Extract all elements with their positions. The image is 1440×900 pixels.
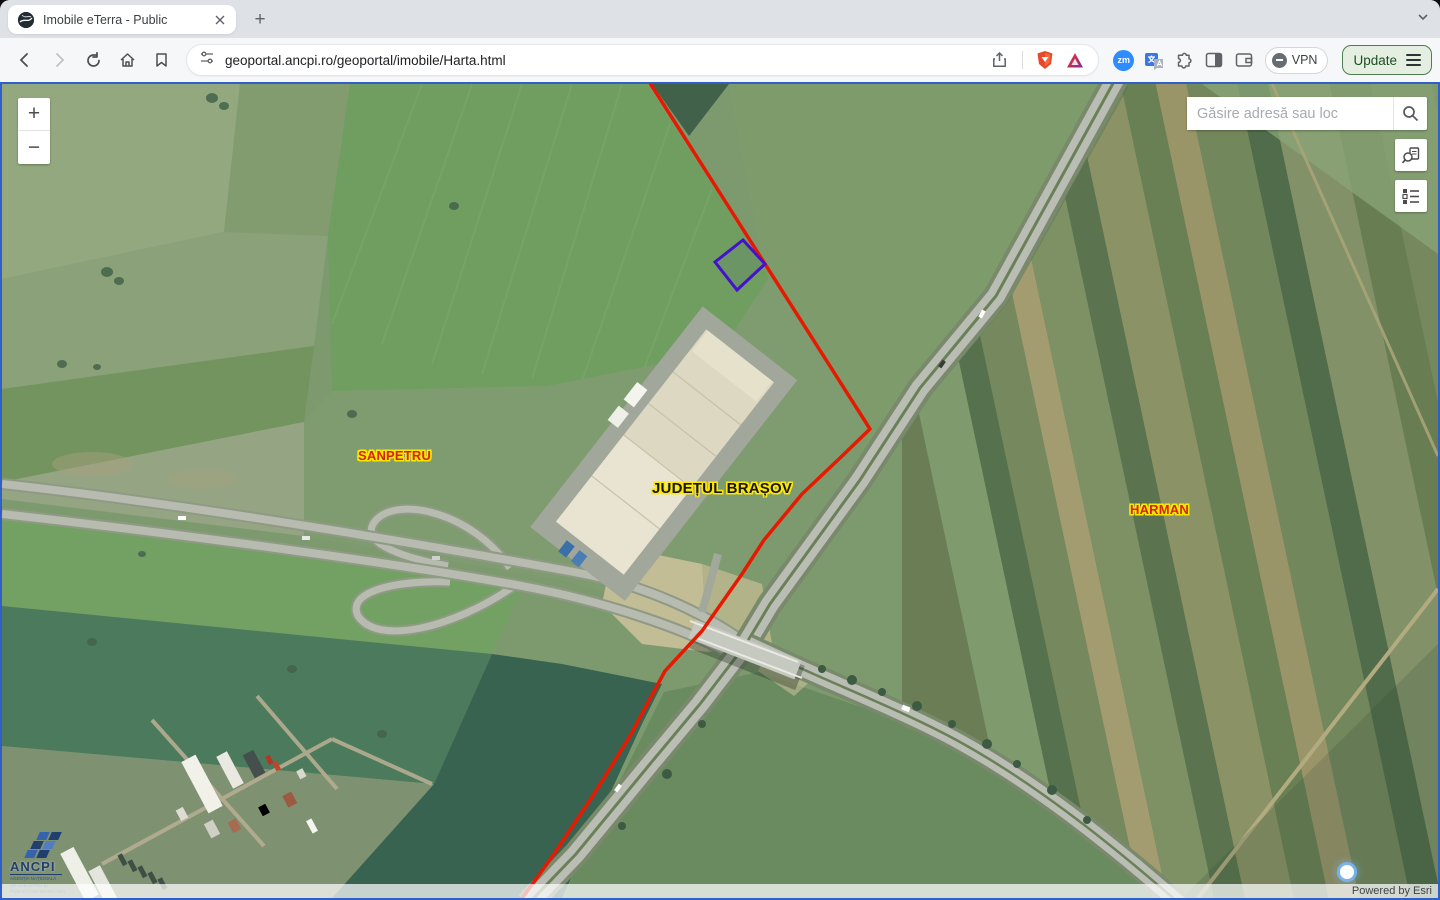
extensions-puzzle-icon[interactable] xyxy=(1171,47,1197,73)
place-label-harman: HARMAN xyxy=(1130,502,1189,517)
map-attribution: Powered by Esri xyxy=(2,884,1438,898)
forward-button[interactable] xyxy=(45,46,73,74)
location-marker-dot[interactable] xyxy=(1340,865,1354,879)
zoom-in-button[interactable]: + xyxy=(18,98,50,131)
identify-document-magnifier-icon xyxy=(1401,147,1420,164)
back-button[interactable] xyxy=(11,46,39,74)
ancpi-flag-icon xyxy=(24,832,68,858)
search-icon[interactable] xyxy=(1394,97,1427,130)
tab-search-chevron-icon[interactable] xyxy=(1416,10,1430,29)
browser-window: Imobile eTerra - Public + geoportal.ancp… xyxy=(0,0,1440,900)
new-tab-button[interactable]: + xyxy=(247,7,273,33)
tab-title: Imobile eTerra - Public xyxy=(43,12,168,27)
update-menu-button[interactable]: Update xyxy=(1342,45,1432,75)
vpn-status-icon xyxy=(1271,52,1287,68)
search-input[interactable] xyxy=(1187,97,1393,130)
ancpi-title: ANCPI xyxy=(10,859,62,875)
bookmark-button[interactable] xyxy=(147,46,175,74)
legend-list-icon xyxy=(1402,189,1419,204)
vpn-button[interactable]: VPN xyxy=(1264,46,1329,74)
zoom-extension-icon[interactable]: zm xyxy=(1111,47,1137,73)
map-search-box xyxy=(1187,97,1427,130)
map-canvas[interactable]: SANPETRU JUDEȚUL BRAȘOV HARMAN + − Găsir… xyxy=(0,82,1440,900)
globe-favicon-icon xyxy=(18,11,34,28)
zoom-control: + − xyxy=(18,98,50,164)
divider xyxy=(1021,51,1023,69)
address-bar[interactable]: geoportal.ancpi.ro/geoportal/imobile/Har… xyxy=(186,44,1099,76)
browser-tab[interactable]: Imobile eTerra - Public xyxy=(8,5,236,34)
wallet-icon[interactable] xyxy=(1231,47,1257,73)
site-settings-icon[interactable] xyxy=(199,50,215,71)
tab-close-icon[interactable] xyxy=(212,12,228,28)
share-icon[interactable] xyxy=(987,47,1013,73)
reload-button[interactable] xyxy=(79,46,107,74)
place-label-sanpetru: SANPETRU xyxy=(358,448,432,463)
brave-rewards-triangle-icon[interactable] xyxy=(1062,47,1088,73)
legend-layers-button[interactable] xyxy=(1395,180,1427,212)
brave-shield-icon[interactable] xyxy=(1032,47,1058,73)
identify-parcel-button[interactable] xyxy=(1395,139,1427,171)
browser-toolbar: geoportal.ancpi.ro/geoportal/imobile/Har… xyxy=(0,38,1440,82)
home-button[interactable] xyxy=(113,46,141,74)
tab-strip: Imobile eTerra - Public + xyxy=(0,0,1440,38)
translate-extension-icon[interactable] xyxy=(1141,47,1167,73)
selected-parcel-polygon[interactable] xyxy=(712,237,768,293)
ancpi-subtitle-line1: AGENȚIA NAȚIONALĂ xyxy=(10,876,57,881)
menu-hamburger-icon xyxy=(1406,54,1421,66)
zoom-out-button[interactable]: − xyxy=(18,131,50,164)
sidebar-toggle-icon[interactable] xyxy=(1201,47,1227,73)
place-label-judetul-brasov: JUDEȚUL BRAȘOV xyxy=(652,480,793,497)
url-text[interactable]: geoportal.ancpi.ro/geoportal/imobile/Har… xyxy=(225,53,985,68)
